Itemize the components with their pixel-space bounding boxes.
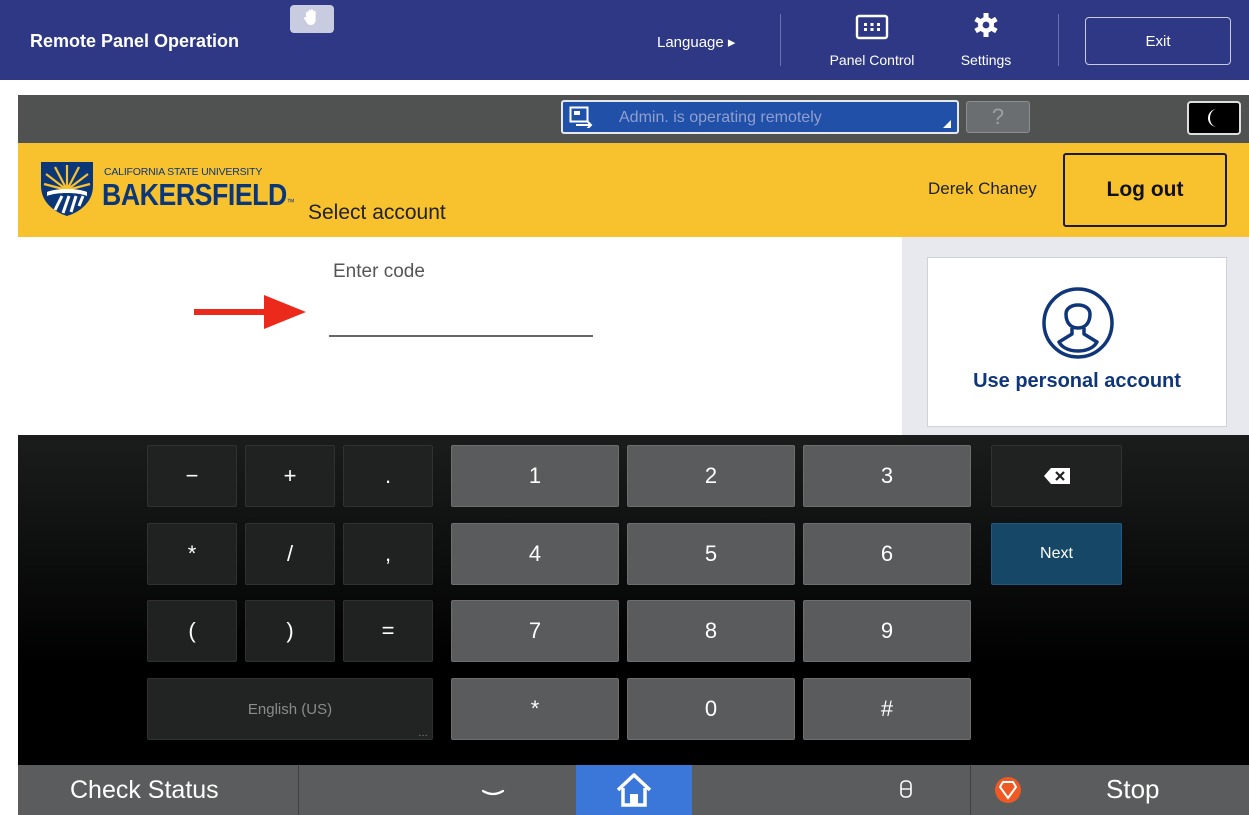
bottom-bar: Check Status Stop [18, 765, 1249, 815]
check-status-button[interactable]: Check Status [18, 765, 298, 815]
key-2[interactable]: 2 [627, 445, 795, 507]
key-asterisk-symbol[interactable]: * [147, 523, 237, 585]
key-7[interactable]: 7 [451, 600, 619, 662]
home-icon [616, 773, 652, 807]
hand-icon[interactable] [290, 5, 334, 33]
logo-trademark: ™ [286, 197, 295, 207]
backspace-button[interactable] [991, 445, 1122, 507]
remote-message-text: Admin. is operating remotely [619, 109, 822, 126]
top-app-bar: Remote Panel Operation Language ▸ Panel … [0, 0, 1249, 80]
home-button[interactable] [576, 765, 692, 815]
key-1[interactable]: 1 [451, 445, 619, 507]
person-icon [1042, 287, 1114, 359]
moon-icon [1208, 109, 1217, 127]
settings-button[interactable]: Settings [942, 8, 1030, 74]
key-hash[interactable]: # [803, 678, 971, 740]
panel-control-label: Panel Control [829, 52, 915, 68]
language-menu[interactable]: Language ▸ [657, 33, 735, 51]
key-slash[interactable]: / [245, 523, 335, 585]
stop-icon [995, 777, 1021, 803]
panel-control-button[interactable]: Panel Control [808, 8, 936, 74]
check-status-label: Check Status [70, 776, 219, 804]
code-input[interactable] [329, 295, 593, 337]
energy-saver-button[interactable] [1187, 101, 1241, 135]
page-title: Select account [308, 201, 446, 224]
key-9[interactable]: 9 [803, 600, 971, 662]
shield-logo-icon [41, 162, 93, 216]
next-button[interactable]: Next [991, 523, 1122, 585]
code-entry-area: Enter code [18, 237, 902, 435]
key-minus[interactable]: − [147, 445, 237, 507]
divider [780, 14, 781, 66]
header-bar: CALIFORNIA STATE UNIVERSITY BAKERSFIELD™… [18, 143, 1249, 237]
system-status-bar: Admin. is operating remotely ? [18, 95, 1249, 143]
input-language-key[interactable]: English (US) … [147, 678, 433, 740]
gear-icon [974, 13, 998, 37]
university-logo: CALIFORNIA STATE UNIVERSITY BAKERSFIELD™ [38, 156, 303, 218]
keypad: − + . * / , ( ) = English (US) … 1 2 3 4… [18, 435, 1249, 765]
key-equals[interactable]: = [343, 600, 433, 662]
remote-screen-icon [569, 106, 593, 128]
key-5[interactable]: 5 [627, 523, 795, 585]
more-dots-icon: … [418, 728, 428, 739]
personal-account-label: Use personal account [973, 370, 1181, 392]
key-star[interactable]: * [451, 678, 619, 740]
key-plus[interactable]: + [245, 445, 335, 507]
logout-button[interactable]: Log out [1063, 153, 1227, 227]
expand-corner-icon [943, 120, 951, 128]
use-personal-account-button[interactable]: Use personal account [927, 257, 1227, 427]
collapse-button[interactable] [463, 775, 523, 805]
divider [970, 765, 971, 815]
settings-label: Settings [960, 52, 1012, 68]
user-name: Derek Chaney [928, 179, 1037, 198]
key-6[interactable]: 6 [803, 523, 971, 585]
key-close-paren[interactable]: ) [245, 600, 335, 662]
side-panel: Use personal account [902, 237, 1249, 435]
key-8[interactable]: 8 [627, 600, 795, 662]
app-title: Remote Panel Operation [30, 31, 240, 51]
code-field-label: Enter code [333, 261, 425, 282]
key-0[interactable]: 0 [627, 678, 795, 740]
divider [298, 765, 299, 815]
key-period[interactable]: . [343, 445, 433, 507]
storage-icon [900, 780, 912, 798]
red-arrow-annotation [194, 295, 306, 329]
exit-button[interactable]: Exit [1085, 17, 1231, 65]
backspace-icon [1043, 468, 1070, 484]
help-button[interactable]: ? [966, 101, 1030, 133]
input-language-label: English (US) [247, 700, 333, 718]
stop-button[interactable]: Stop [1106, 774, 1160, 805]
operation-panel: Admin. is operating remotely ? CALIFORNI… [18, 95, 1249, 815]
remote-operation-message[interactable]: Admin. is operating remotely [561, 100, 959, 134]
keypad-icon [855, 14, 889, 40]
divider [1058, 14, 1059, 66]
logo-wordmark: BAKERSFIELD™ [102, 177, 295, 213]
logo-main-text: BAKERSFIELD [102, 177, 287, 212]
key-open-paren[interactable]: ( [147, 600, 237, 662]
key-3[interactable]: 3 [803, 445, 971, 507]
key-4[interactable]: 4 [451, 523, 619, 585]
chevron-down-icon [481, 789, 505, 796]
key-comma[interactable]: , [343, 523, 433, 585]
